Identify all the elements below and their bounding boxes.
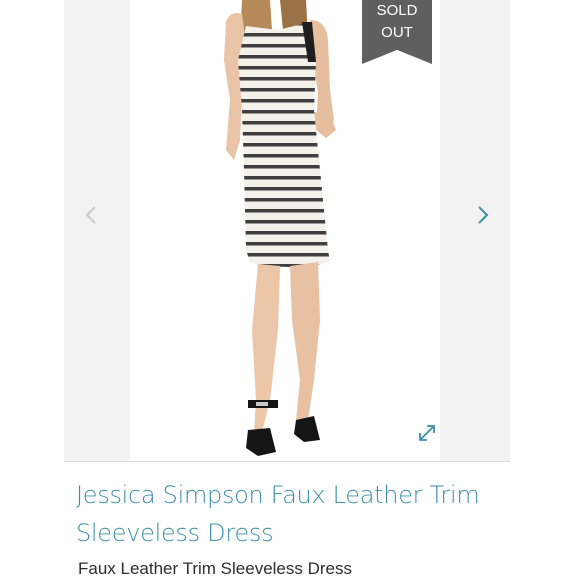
divider xyxy=(64,461,510,462)
model-wearing-striped-dress xyxy=(224,0,336,456)
product-subtitle: Faux Leather Trim Sleeveless Dress xyxy=(78,559,352,578)
previous-image-button[interactable] xyxy=(76,200,106,230)
next-image-button[interactable] xyxy=(468,200,498,230)
product-title: Jessica Simpson Faux Leather Trim Sleeve… xyxy=(76,481,480,547)
product-photo[interactable] xyxy=(130,0,440,461)
expand-icon xyxy=(419,425,435,441)
image-gallery[interactable]: SOLD OUT xyxy=(64,0,510,461)
expand-image-button[interactable] xyxy=(416,422,438,444)
sold-out-badge-line2: OUT xyxy=(381,24,413,41)
chevron-right-icon xyxy=(478,206,489,224)
sold-out-badge-line1: SOLD xyxy=(376,2,418,19)
chevron-left-icon xyxy=(85,206,96,224)
